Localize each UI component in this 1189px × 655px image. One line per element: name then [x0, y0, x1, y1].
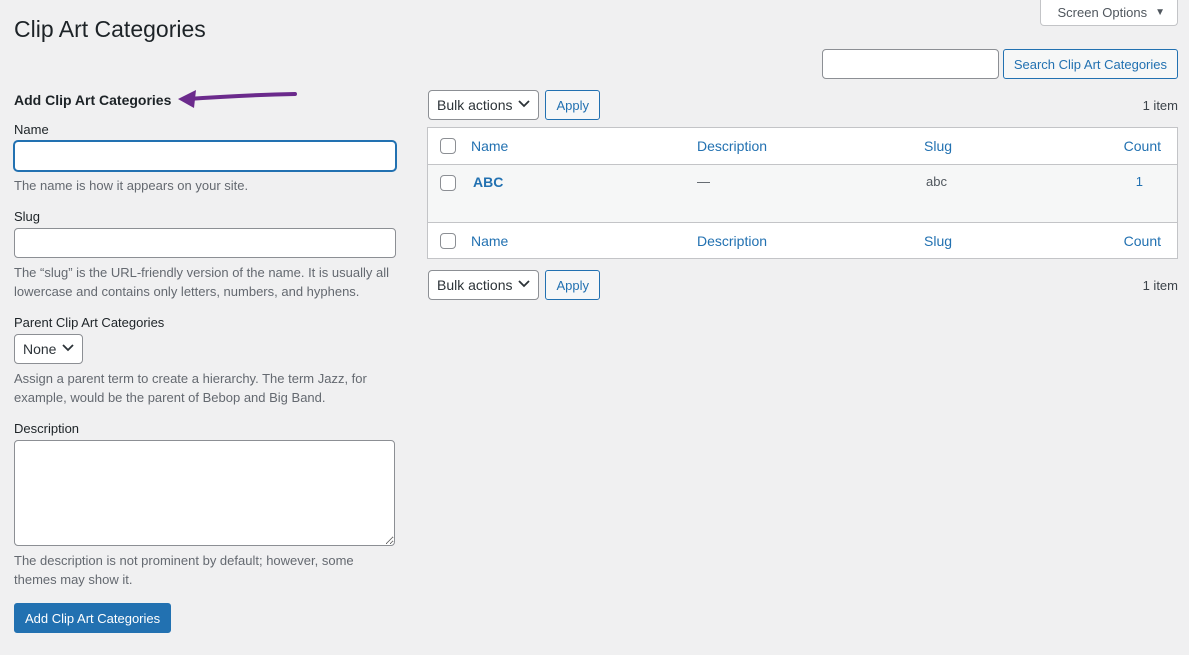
parent-select-value: None [23, 341, 57, 357]
chevron-down-icon [518, 99, 531, 111]
item-count-top: 1 item [1142, 97, 1178, 113]
terms-table: Name Description Slug Count ABC — abc 1 … [427, 127, 1178, 259]
slug-help: The “slug” is the URL-friendly version o… [14, 265, 389, 299]
annotation-arrow-icon [178, 90, 297, 108]
bulk-actions-select-bottom[interactable]: Bulk actions [428, 270, 540, 300]
column-header-description[interactable]: Description [697, 138, 767, 154]
parent-label: Parent Clip Art Categories [14, 315, 165, 330]
search-box: Search Clip Art Categories [821, 49, 1178, 79]
slug-input[interactable] [14, 228, 396, 258]
select-all-checkbox-footer[interactable] [440, 233, 456, 249]
caret-down-icon: ▼ [1155, 7, 1165, 18]
form-heading: Add Clip Art Categories [14, 90, 397, 108]
table-row: ABC — abc 1 [428, 165, 1177, 222]
bulk-actions-label: Bulk actions [437, 97, 513, 113]
name-label: Name [14, 122, 49, 137]
bulk-actions-label: Bulk actions [437, 277, 513, 293]
add-term-form: Add Clip Art Categories Name The name is… [14, 90, 397, 633]
item-count-bottom: 1 item [1142, 277, 1178, 293]
column-header-count[interactable]: Count [1124, 138, 1161, 154]
search-button[interactable]: Search Clip Art Categories [1002, 49, 1178, 79]
tablenav-top: Bulk actions Apply 1 item [428, 90, 1178, 120]
parent-help: Assign a parent term to create a hierarc… [14, 371, 367, 405]
chevron-down-icon [62, 343, 75, 355]
slug-label: Slug [14, 209, 41, 224]
term-count-link[interactable]: 1 [1136, 174, 1143, 189]
apply-button-bottom[interactable]: Apply [545, 270, 601, 300]
screen-options-label: Screen Options [1057, 5, 1148, 20]
table-header-row: Name Description Slug Count [428, 128, 1177, 165]
row-checkbox[interactable] [440, 175, 456, 191]
column-header-name[interactable]: Name [471, 138, 508, 154]
name-help: The name is how it appears on your site. [14, 178, 249, 193]
description-label: Description [14, 421, 80, 436]
search-input[interactable] [821, 49, 999, 79]
column-footer-description[interactable]: Description [697, 233, 767, 249]
column-footer-count[interactable]: Count [1124, 233, 1161, 249]
name-input[interactable] [14, 141, 396, 171]
description-textarea[interactable] [14, 440, 395, 546]
description-field-group: Description The description is not promi… [14, 421, 397, 589]
chevron-down-icon [518, 279, 531, 291]
table-footer-row: Name Description Slug Count [428, 222, 1177, 258]
tablenav-bottom: Bulk actions Apply 1 item [428, 270, 1178, 300]
column-header-slug[interactable]: Slug [924, 138, 952, 154]
parent-field-group: Parent Clip Art Categories None Assign a… [14, 315, 397, 407]
column-footer-slug[interactable]: Slug [924, 233, 952, 249]
slug-field-group: Slug The “slug” is the URL-friendly vers… [14, 209, 397, 301]
add-term-button[interactable]: Add Clip Art Categories [14, 603, 172, 633]
page-title: Clip Art Categories [14, 16, 206, 42]
term-name-link[interactable]: ABC [473, 174, 503, 190]
apply-button-top[interactable]: Apply [545, 90, 601, 120]
description-help: The description is not prominent by defa… [14, 553, 354, 587]
bulk-actions-select-top[interactable]: Bulk actions [428, 90, 540, 120]
term-description: — [697, 174, 710, 189]
screen-options-button[interactable]: Screen Options ▼ [1040, 0, 1178, 26]
select-all-checkbox[interactable] [440, 138, 456, 154]
column-footer-name[interactable]: Name [471, 233, 508, 249]
form-heading-text: Add Clip Art Categories [14, 92, 172, 108]
parent-select[interactable]: None [14, 334, 84, 364]
name-field-group: Name The name is how it appears on your … [14, 122, 397, 195]
term-slug: abc [926, 174, 947, 189]
